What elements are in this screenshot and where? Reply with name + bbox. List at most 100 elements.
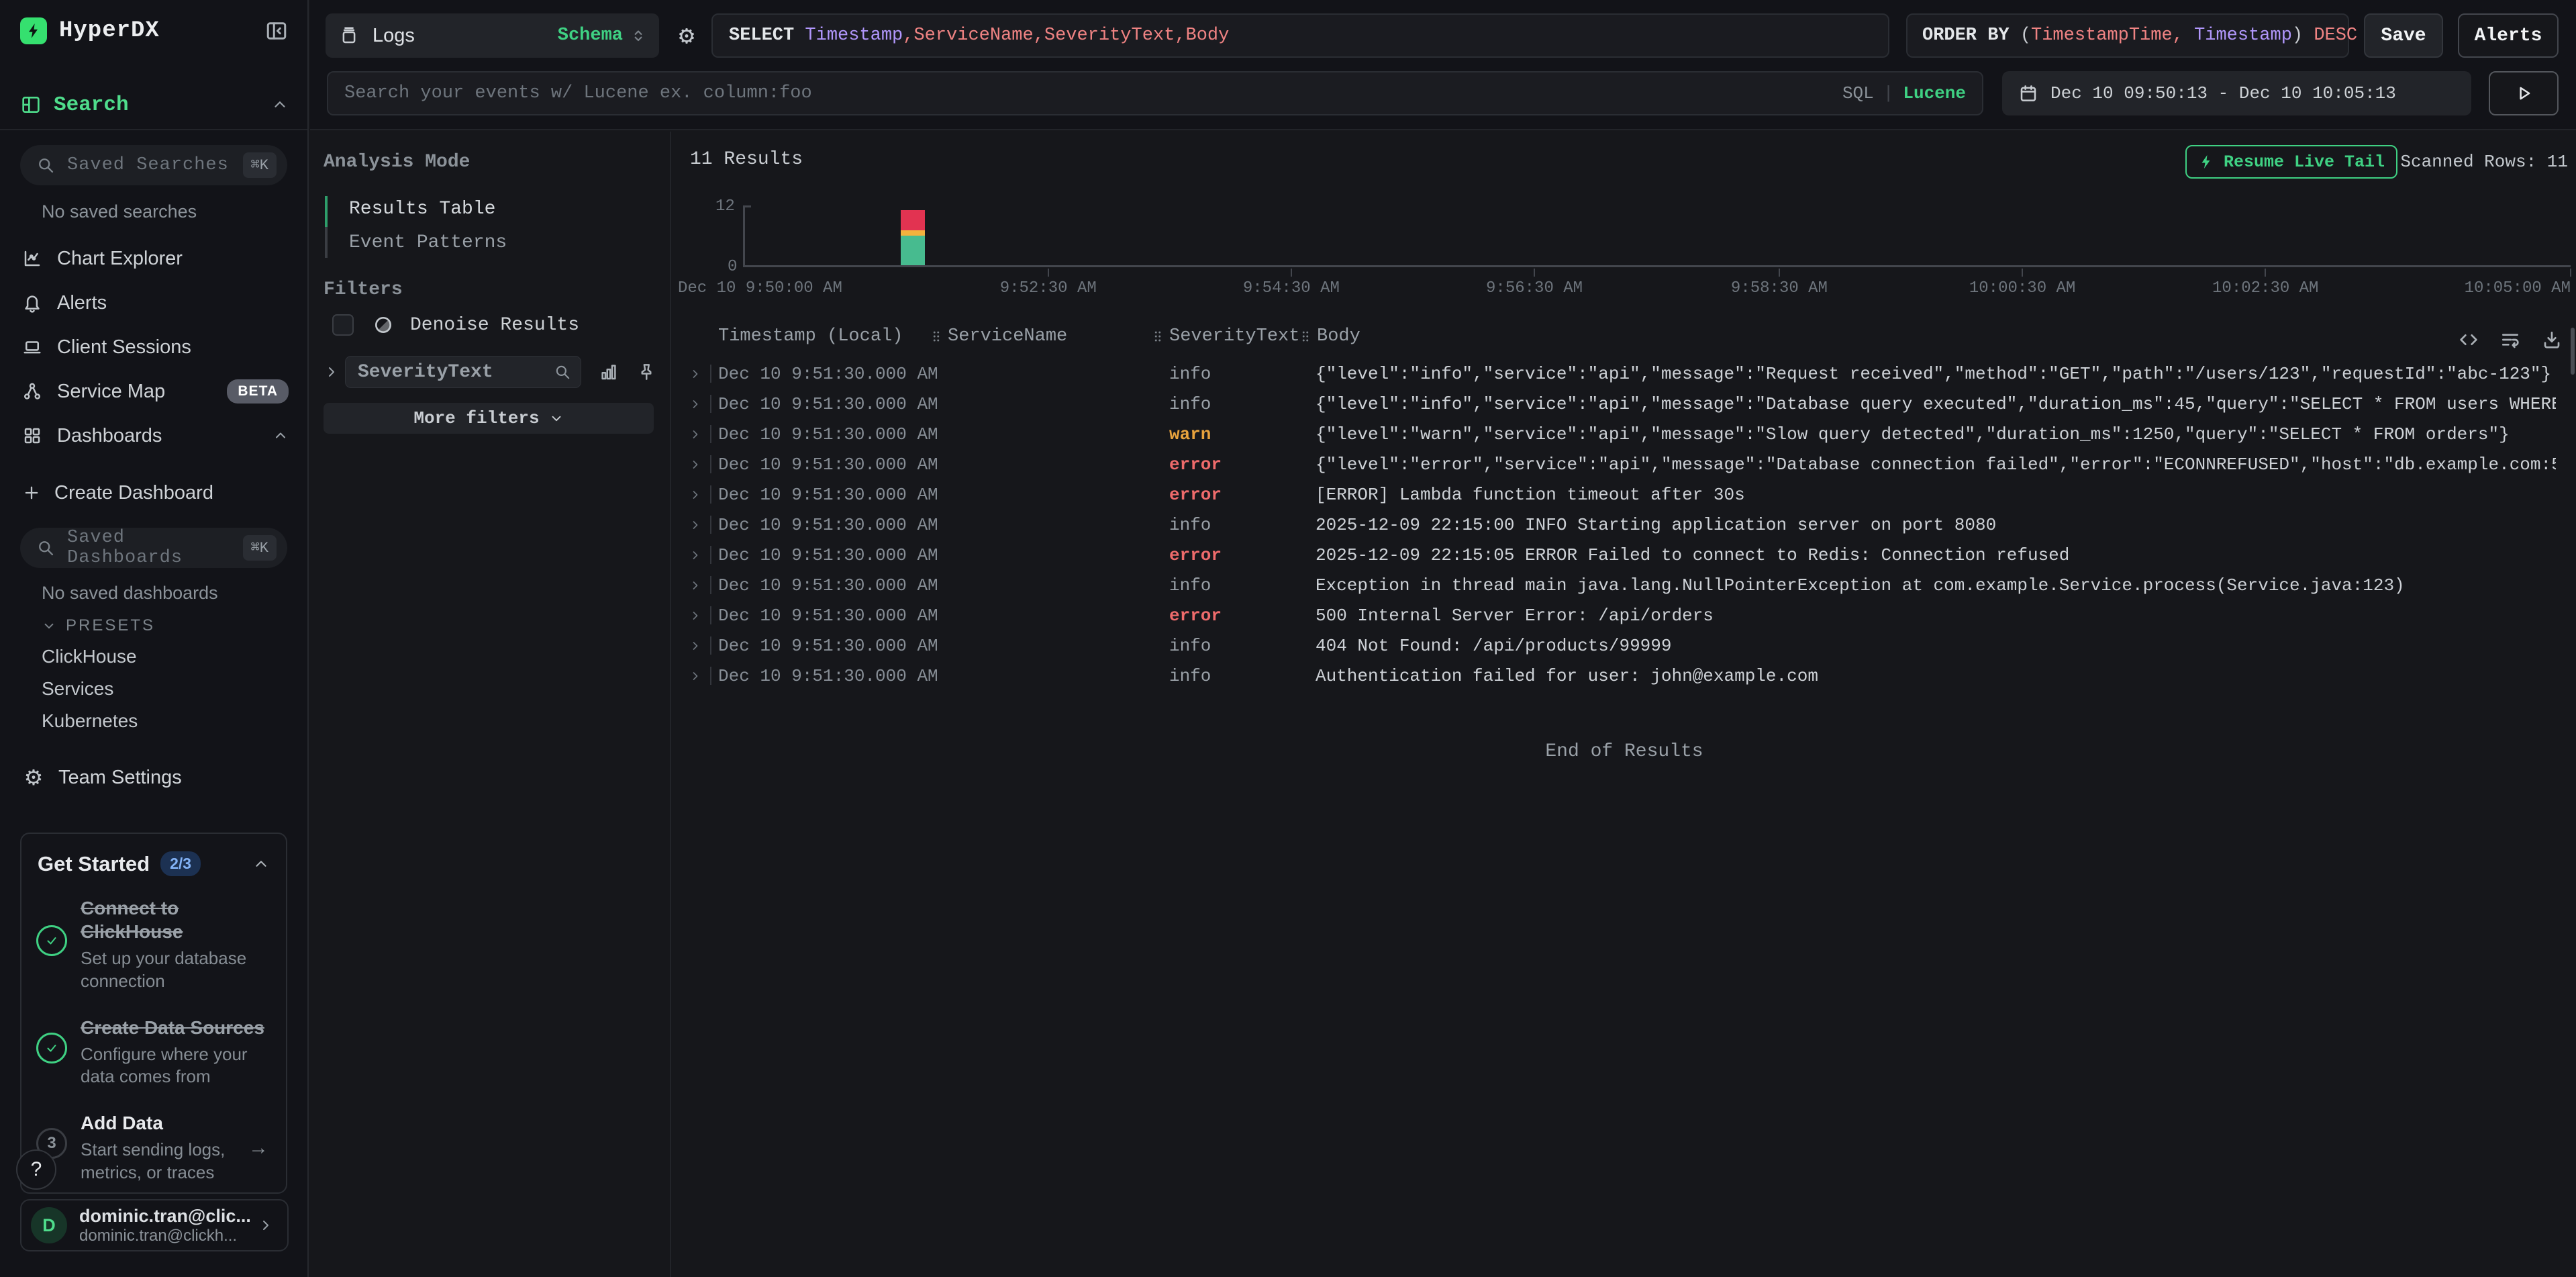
- mode-event-patterns[interactable]: Event Patterns: [349, 232, 507, 253]
- column-header-timestamp-local-[interactable]: Timestamp (Local): [718, 326, 903, 346]
- expand-row-icon[interactable]: [689, 609, 702, 622]
- cell-body: {"level":"error","service":"api","messag…: [1316, 455, 2556, 475]
- analysis-mode-header: Analysis Mode: [324, 152, 470, 173]
- chart-explorer-icon: [22, 248, 42, 269]
- sql-toggle[interactable]: SQL: [1842, 83, 1874, 103]
- date-range-picker[interactable]: Dec 10 09:50:13 - Dec 10 10:05:13: [2002, 71, 2471, 115]
- preset-item-kubernetes[interactable]: Kubernetes: [42, 710, 138, 732]
- severity-filter-input[interactable]: SeverityText: [345, 356, 581, 388]
- more-filters-button[interactable]: More filters: [324, 403, 654, 434]
- bar-chart-icon[interactable]: [599, 362, 619, 382]
- help-button[interactable]: ?: [16, 1149, 56, 1190]
- table-row[interactable]: Dec 10 9:51:30.000 AMwarn{"level":"warn"…: [673, 419, 2569, 449]
- table-row[interactable]: Dec 10 9:51:30.000 AMinfoAuthentication …: [673, 661, 2569, 691]
- sidebar-item-search[interactable]: Search: [20, 90, 289, 120]
- expand-row-icon[interactable]: [689, 518, 702, 532]
- saved-searches-placeholder: Saved Searches: [67, 155, 229, 175]
- sidebar-item-service-map[interactable]: Service MapBETA: [0, 369, 307, 414]
- expand-row-icon[interactable]: [689, 579, 702, 592]
- expand-row-icon[interactable]: [689, 397, 702, 411]
- wrap-text-icon[interactable]: [2499, 329, 2521, 350]
- query-token: DESC: [2314, 26, 2357, 46]
- expand-row-icon[interactable]: [689, 549, 702, 562]
- saved-dashboards-input[interactable]: Saved Dashboards ⌘K: [20, 528, 287, 568]
- pin-icon[interactable]: [636, 362, 656, 382]
- row-divider: [710, 636, 711, 655]
- table-row[interactable]: Dec 10 9:51:30.000 AMerror[ERROR] Lambda…: [673, 479, 2569, 510]
- sidebar-item-chart-explorer[interactable]: Chart Explorer: [0, 236, 307, 281]
- query-token: ORDER BY: [1922, 26, 2020, 46]
- cell-body: 2025-12-09 22:15:00 INFO Starting applic…: [1316, 515, 2556, 535]
- histogram-bar[interactable]: [901, 210, 925, 265]
- table-row[interactable]: Dec 10 9:51:30.000 AMerror500 Internal S…: [673, 600, 2569, 630]
- cell-body: 500 Internal Server Error: /api/orders: [1316, 606, 2556, 626]
- saved-searches-input[interactable]: Saved Searches ⌘K: [20, 145, 287, 185]
- column-header-severitytext[interactable]: SeverityText: [1150, 326, 1299, 346]
- table-row[interactable]: Dec 10 9:51:30.000 AMinfo{"level":"info"…: [673, 359, 2569, 389]
- step-subtitle: Set up your database connection: [81, 947, 268, 993]
- sidebar-item-client-sessions[interactable]: Client Sessions: [0, 325, 307, 369]
- expand-row-icon[interactable]: [689, 428, 702, 441]
- table-row[interactable]: Dec 10 9:51:30.000 AMinfo2025-12-09 22:1…: [673, 510, 2569, 540]
- resume-live-tail-button[interactable]: Resume Live Tail: [2185, 145, 2397, 179]
- search-icon: [554, 363, 571, 381]
- table-row[interactable]: Dec 10 9:51:30.000 AMinfo{"level":"info"…: [673, 389, 2569, 419]
- presets-label: PRESETS: [66, 616, 155, 635]
- source-select[interactable]: Logs Schema: [326, 13, 659, 58]
- expand-row-icon[interactable]: [689, 367, 702, 381]
- presets-header[interactable]: PRESETS: [42, 616, 155, 635]
- source-settings-gear-icon[interactable]: ⚙: [673, 21, 701, 50]
- denoise-checkbox[interactable]: [332, 314, 354, 336]
- order-by-input[interactable]: ORDER BY (TimestampTime, Timestamp) DESC: [1906, 13, 2349, 58]
- play-icon: [2514, 83, 2534, 103]
- save-button[interactable]: Save: [2364, 13, 2443, 58]
- query-token: (: [2020, 26, 2031, 46]
- arrow-right-icon[interactable]: →: [248, 1137, 268, 1160]
- expand-row-icon[interactable]: [689, 488, 702, 502]
- select-query-input[interactable]: SELECT Timestamp,ServiceName,SeverityTex…: [711, 13, 1889, 58]
- get-started-step[interactable]: 3Add DataStart sending logs, metrics, or…: [21, 1098, 286, 1194]
- user-profile-card[interactable]: D dominic.tran@clic... dominic.tran@clic…: [20, 1199, 289, 1251]
- mode-results-table[interactable]: Results Table: [349, 199, 495, 220]
- chevron-up-icon[interactable]: [252, 855, 270, 873]
- table-row[interactable]: Dec 10 9:51:30.000 AMinfoException in th…: [673, 570, 2569, 600]
- results-histogram[interactable]: 12 0 Dec 10 9:50:00 AM9:52:30 AM9:54:30 …: [673, 196, 2571, 283]
- table-row[interactable]: Dec 10 9:51:30.000 AMinfo404 Not Found: …: [673, 630, 2569, 661]
- event-search-input[interactable]: Search your events w/ Lucene ex. column:…: [327, 71, 1983, 115]
- table-row[interactable]: Dec 10 9:51:30.000 AMerror{"level":"erro…: [673, 449, 2569, 479]
- sidebar-item-alerts[interactable]: Alerts: [0, 281, 307, 325]
- get-started-step[interactable]: Create Data SourcesConfigure where your …: [21, 1002, 286, 1098]
- sidebar-item-dashboards[interactable]: Dashboards: [0, 414, 307, 458]
- sidebar-item-team-settings[interactable]: ⚙ Team Settings: [22, 763, 182, 792]
- alerts-button[interactable]: Alerts: [2458, 13, 2559, 58]
- denoise-results-toggle[interactable]: Denoise Results: [332, 314, 579, 336]
- preset-item-clickhouse[interactable]: ClickHouse: [42, 646, 137, 667]
- expand-row-icon[interactable]: [689, 458, 702, 471]
- cell-body: {"level":"warn","service":"api","message…: [1316, 424, 2556, 444]
- table-row[interactable]: Dec 10 9:51:30.000 AMerror2025-12-09 22:…: [673, 540, 2569, 570]
- x-axis-tick-label: 9:58:30 AM: [1731, 279, 1828, 297]
- expand-row-icon[interactable]: [689, 639, 702, 653]
- chevron-up-icon[interactable]: [271, 96, 289, 113]
- expand-row-icon[interactable]: [689, 669, 702, 683]
- search-icon: [36, 538, 55, 557]
- chevron-right-icon[interactable]: [324, 364, 340, 380]
- get-started-step[interactable]: Connect to ClickHouseSet up your databas…: [21, 883, 286, 1002]
- service-map-icon: [22, 381, 42, 401]
- team-settings-label: Team Settings: [58, 767, 182, 789]
- lucene-toggle[interactable]: Lucene: [1903, 83, 1966, 103]
- create-dashboard-button[interactable]: Create Dashboard: [22, 478, 213, 508]
- column-header-body[interactable]: Body: [1298, 326, 1360, 346]
- collapse-sidebar-icon[interactable]: [264, 19, 289, 43]
- x-axis-tick: [1291, 269, 1292, 277]
- download-icon[interactable]: [2541, 329, 2563, 350]
- column-header-servicename[interactable]: ServiceName: [929, 326, 1067, 346]
- x-axis-tick-label: Dec 10 9:50:00 AM: [678, 279, 842, 297]
- code-view-icon[interactable]: [2458, 329, 2479, 350]
- cell-severity: info: [1169, 636, 1211, 656]
- run-query-button[interactable]: [2489, 71, 2559, 115]
- scrollbar[interactable]: [2571, 328, 2575, 375]
- bar-segment-warn: [901, 230, 925, 235]
- preset-item-services[interactable]: Services: [42, 678, 113, 700]
- cell-body: [ERROR] Lambda function timeout after 30…: [1316, 485, 2556, 505]
